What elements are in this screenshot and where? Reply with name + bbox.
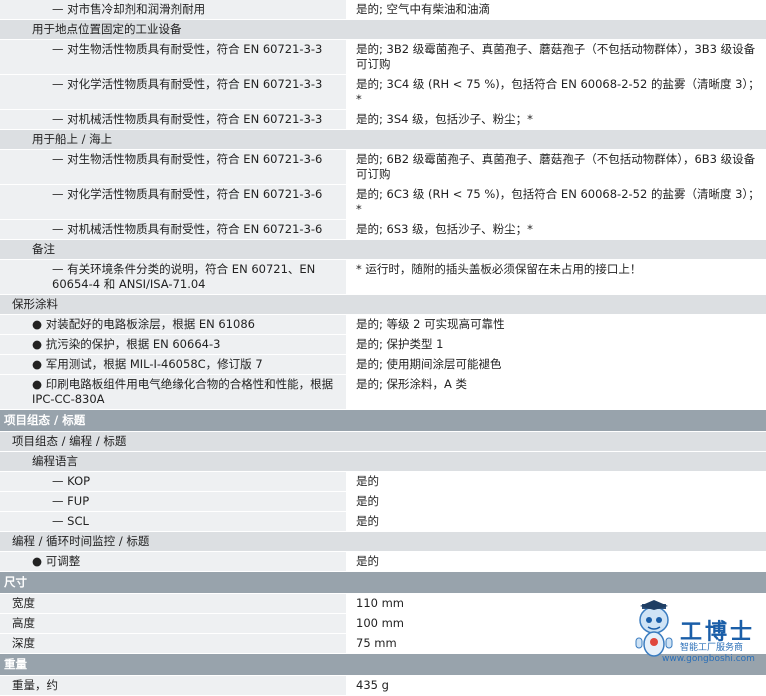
spec-value: * 运行时，随附的插头盖板必须保留在未占用的接口上！ — [346, 260, 766, 294]
spec-label: 高度 — [0, 614, 346, 633]
spec-value: 是的; 空气中有柴油和油滴 — [346, 0, 766, 19]
spec-value: 是的 — [346, 512, 766, 531]
spec-label: — 对机械活性物质具有耐受性，符合 EN 60721-3-6 — [0, 220, 346, 239]
spec-value: 是的; 3C4 级 (RH < 75 %)，包括符合 EN 60068-2-52… — [346, 75, 766, 109]
spec-row: — 对化学活性物质具有耐受性，符合 EN 60721-3-6 是的; 6C3 级 … — [0, 185, 766, 220]
spec-value: 是的; 6C3 级 (RH < 75 %)，包括符合 EN 60068-2-52… — [346, 185, 766, 219]
spec-label: — SCL — [0, 512, 346, 531]
spec-value: 是的; 使用期间涂层可能褪色 — [346, 355, 766, 374]
spec-label: — KOP — [0, 472, 346, 491]
spec-row: — 对机械活性物质具有耐受性，符合 EN 60721-3-6 是的; 6S3 级，… — [0, 220, 766, 240]
spec-row: 重量，约 435 g — [0, 676, 766, 696]
subsection-header: 编程语言 — [0, 452, 766, 472]
subsection-header: 项目组态 / 编程 / 标题 — [0, 432, 766, 452]
spec-row: ● 军用测试，根据 MIL-I-46058C，修订版 7 是的; 使用期间涂层可能… — [0, 355, 766, 375]
spec-label: 深度 — [0, 634, 346, 653]
gongboshi-watermark-logo: 工博士 智能工厂服务商 www.gongboshi.com — [632, 600, 762, 666]
subsection-header: 保形涂料 — [0, 295, 766, 315]
spec-row: ● 对装配好的电路板涂层，根据 EN 61086 是的; 等级 2 可实现高可靠性 — [0, 315, 766, 335]
spec-row: — SCL 是的 — [0, 512, 766, 532]
spec-label: — FUP — [0, 492, 346, 511]
spec-row: ● 抗污染的保护，根据 EN 60664-3 是的; 保护类型 1 — [0, 335, 766, 355]
spec-label: 宽度 — [0, 594, 346, 613]
spec-row: — FUP 是的 — [0, 492, 766, 512]
spec-row: — 有关环境条件分类的说明，符合 EN 60721、EN 60654-4 和 A… — [0, 260, 766, 295]
spec-label: ● 军用测试，根据 MIL-I-46058C，修订版 7 — [0, 355, 346, 374]
spec-value: 是的 — [346, 472, 766, 491]
spec-row: — 对生物活性物质具有耐受性，符合 EN 60721-3-6 是的; 6B2 级霉… — [0, 150, 766, 185]
section-header: 项目组态 / 标题 — [0, 410, 766, 432]
spec-label: — 有关环境条件分类的说明，符合 EN 60721、EN 60654-4 和 A… — [0, 260, 346, 294]
spec-row: ● 印刷电路板组件用电气绝缘化合物的合格性和性能，根据 IPC-CC-830A 是… — [0, 375, 766, 410]
spec-value: 435 g — [346, 676, 766, 695]
spec-label: — 对机械活性物质具有耐受性，符合 EN 60721-3-3 — [0, 110, 346, 129]
spec-value: 是的; 等级 2 可实现高可靠性 — [346, 315, 766, 334]
spec-value: 是的; 3B2 级霉菌孢子、真菌孢子、蘑菇孢子（不包括动物群体），3B3 级设备… — [346, 40, 766, 74]
spec-row: — 对市售冷却剂和润滑剂耐用 是的; 空气中有柴油和油滴 — [0, 0, 766, 20]
spec-table: — 对市售冷却剂和润滑剂耐用 是的; 空气中有柴油和油滴 用于地点位置固定的工业设备… — [0, 0, 766, 696]
spec-row: — 对机械活性物质具有耐受性，符合 EN 60721-3-3 是的; 3S4 级，… — [0, 110, 766, 130]
spec-value: 是的; 3S4 级，包括沙子、粉尘；* — [346, 110, 766, 129]
section-header: 尺寸 — [0, 572, 766, 594]
subsection-header: 用于地点位置固定的工业设备 — [0, 20, 766, 40]
brand-tagline: 智能工厂服务商 — [680, 643, 744, 653]
spec-row: — 对生物活性物质具有耐受性，符合 EN 60721-3-3 是的; 3B2 级霉… — [0, 40, 766, 75]
spec-label: ● 印刷电路板组件用电气绝缘化合物的合格性和性能，根据 IPC-CC-830A — [0, 375, 346, 409]
robot-mascot-icon — [635, 600, 673, 657]
spec-value: 是的 — [346, 552, 766, 571]
spec-value: 是的; 6S3 级，包括沙子、粉尘；* — [346, 220, 766, 239]
subsection-header: 用于船上 / 海上 — [0, 130, 766, 150]
spec-value: 是的; 保护类型 1 — [346, 335, 766, 354]
subsection-header: 编程 / 循环时间监控 / 标题 — [0, 532, 766, 552]
spec-label: ● 抗污染的保护，根据 EN 60664-3 — [0, 335, 346, 354]
subsection-header: 备注 — [0, 240, 766, 260]
spec-label: ● 可调整 — [0, 552, 346, 571]
spec-label: ● 对装配好的电路板涂层，根据 EN 61086 — [0, 315, 346, 334]
spec-value: 是的 — [346, 492, 766, 511]
spec-value: 是的; 保形涂料，A 类 — [346, 375, 766, 409]
spec-row: ● 可调整 是的 — [0, 552, 766, 572]
spec-row: — 对化学活性物质具有耐受性，符合 EN 60721-3-3 是的; 3C4 级 … — [0, 75, 766, 110]
spec-label: — 对生物活性物质具有耐受性，符合 EN 60721-3-3 — [0, 40, 346, 74]
spec-label: 重量，约 — [0, 676, 346, 695]
spec-label: — 对化学活性物质具有耐受性，符合 EN 60721-3-3 — [0, 75, 346, 109]
spec-row: — KOP 是的 — [0, 472, 766, 492]
spec-value: 是的; 6B2 级霉菌孢子、真菌孢子、蘑菇孢子（不包括动物群体），6B3 级设备… — [346, 150, 766, 184]
spec-label: — 对化学活性物质具有耐受性，符合 EN 60721-3-6 — [0, 185, 346, 219]
spec-label: — 对市售冷却剂和润滑剂耐用 — [0, 0, 346, 19]
spec-label: — 对生物活性物质具有耐受性，符合 EN 60721-3-6 — [0, 150, 346, 184]
brand-url: www.gongboshi.com — [662, 654, 755, 664]
